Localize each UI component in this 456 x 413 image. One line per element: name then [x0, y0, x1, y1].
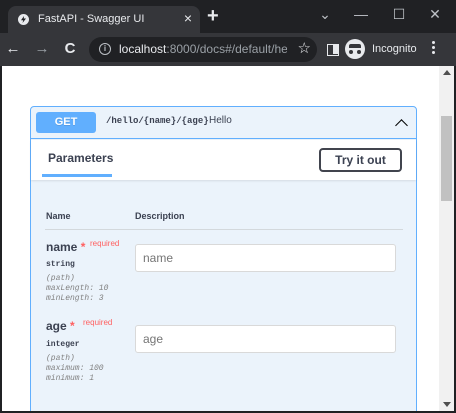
bookmark-star-icon[interactable]: ☆ [298, 39, 311, 57]
param-constraint: maximum: 100 [46, 364, 104, 373]
tab-parameters[interactable]: Parameters [48, 151, 113, 165]
active-tab-indicator [42, 174, 112, 177]
param-constraint: minimum: 1 [46, 374, 95, 383]
url-text[interactable]: localhost:8000/docs#/default/hell... [119, 42, 287, 56]
chevron-up-icon[interactable] [394, 116, 408, 130]
param-name-label: age [46, 319, 67, 333]
browser-menu-icon[interactable] [432, 41, 436, 57]
page-viewport: GET /hello/{name}/{age} Hello Parameters… [2, 66, 454, 411]
param-name: name * [46, 240, 85, 254]
close-window-button[interactable]: ✕ [416, 0, 454, 30]
param-name: age * [46, 319, 75, 333]
header-divider [45, 229, 403, 230]
param-location: (path) [46, 274, 75, 283]
param-type: string [46, 260, 75, 269]
address-bar[interactable]: i localhost:8000/docs#/default/hell... ☆ [89, 37, 317, 62]
param-meta: (path) maximum: 100 minimum: 1 [46, 354, 104, 384]
param-name-label: name [46, 240, 78, 254]
tab-search-icon[interactable]: ⌄ [306, 0, 344, 30]
incognito-label: Incognito [372, 43, 417, 55]
operation-summary-text: Hello [209, 115, 232, 126]
parameters-header: Parameters Try it out [31, 140, 416, 180]
param-type: integer [46, 340, 80, 349]
required-label: required [83, 318, 113, 327]
operation-block-get: GET /hello/{name}/{age} Hello Parameters… [30, 106, 417, 411]
operation-path: /hello/{name}/{age} [106, 116, 209, 126]
forward-button[interactable]: → [32, 39, 52, 59]
age-input[interactable] [135, 325, 396, 353]
new-tab-button[interactable]: + [207, 6, 219, 26]
incognito-indicator[interactable]: Incognito [345, 38, 431, 61]
minimize-button[interactable]: — [342, 0, 380, 30]
operation-summary[interactable]: GET /hello/{name}/{age} Hello [31, 107, 416, 139]
scroll-down-icon[interactable] [443, 402, 451, 407]
column-header-name: Name [46, 211, 71, 221]
url-host: localhost [119, 42, 167, 56]
tab-strip: FastAPI - Swagger UI × + ⌄ — ☐ ✕ [0, 0, 456, 33]
scroll-up-icon[interactable] [443, 70, 451, 75]
required-label: required [90, 239, 120, 248]
back-button[interactable]: ← [3, 39, 23, 59]
param-constraint: minLength: 3 [46, 294, 104, 303]
tab-title: FastAPI - Swagger UI [38, 13, 145, 25]
required-star: * [70, 319, 75, 333]
scroll-thumb[interactable] [441, 116, 452, 201]
incognito-icon [345, 39, 365, 59]
param-constraint: maxLength: 10 [46, 284, 109, 293]
page-scrollbar[interactable] [439, 66, 454, 411]
fastapi-favicon-icon [18, 14, 29, 25]
url-path: :8000/docs#/default/hell... [166, 42, 287, 56]
side-panel-icon[interactable] [327, 44, 339, 56]
required-star: * [80, 240, 86, 254]
column-header-description: Description [135, 211, 185, 221]
param-location: (path) [46, 354, 75, 363]
tab-close-icon[interactable]: × [184, 11, 192, 25]
try-it-out-button[interactable]: Try it out [319, 148, 402, 172]
reload-button[interactable]: C [60, 39, 80, 59]
browser-tab[interactable]: FastAPI - Swagger UI × [8, 6, 200, 33]
http-method-badge: GET [36, 112, 96, 133]
name-input[interactable] [135, 244, 396, 272]
browser-toolbar: ← → C i localhost:8000/docs#/default/hel… [0, 33, 456, 66]
param-meta: (path) maxLength: 10 minLength: 3 [46, 274, 108, 304]
site-info-icon[interactable]: i [99, 43, 111, 55]
maximize-button[interactable]: ☐ [380, 0, 418, 30]
